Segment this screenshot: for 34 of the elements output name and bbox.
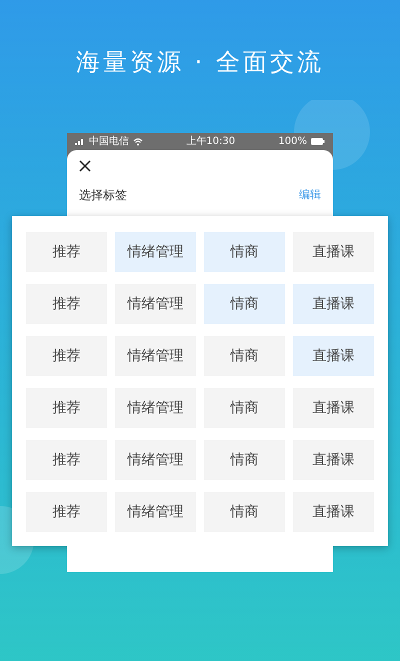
- tag-chip[interactable]: 情商: [204, 492, 285, 532]
- tag-chip[interactable]: 情绪管理: [115, 388, 196, 428]
- tag-chip[interactable]: 情商: [204, 232, 285, 272]
- tag-chip[interactable]: 情绪管理: [115, 232, 196, 272]
- tag-chip[interactable]: 直播课: [293, 440, 374, 480]
- battery-label: 100%: [278, 136, 307, 146]
- tag-chip[interactable]: 情绪管理: [115, 492, 196, 532]
- tag-chip[interactable]: 情绪管理: [115, 284, 196, 324]
- tag-chip[interactable]: 情商: [204, 388, 285, 428]
- carrier-label: 中国电信: [89, 136, 129, 146]
- close-icon: [79, 160, 91, 172]
- signal-icon: [75, 138, 85, 145]
- tag-chip[interactable]: 情商: [204, 440, 285, 480]
- tag-chip[interactable]: 推荐: [26, 284, 107, 324]
- sheet-title: 选择标签: [79, 187, 127, 204]
- tag-chip[interactable]: 推荐: [26, 336, 107, 376]
- tag-chip[interactable]: 推荐: [26, 388, 107, 428]
- tag-chip[interactable]: 推荐: [26, 232, 107, 272]
- tag-chip[interactable]: 推荐: [26, 492, 107, 532]
- headline: 海量资源 · 全面交流: [76, 47, 324, 78]
- tag-chip[interactable]: 情绪管理: [115, 336, 196, 376]
- close-button[interactable]: [79, 159, 93, 173]
- tag-chip[interactable]: 推荐: [26, 440, 107, 480]
- wifi-icon: [133, 138, 143, 146]
- tag-chip[interactable]: 直播课: [293, 388, 374, 428]
- clock-label: 上午10:30: [186, 136, 236, 146]
- tag-chip[interactable]: 直播课: [293, 492, 374, 532]
- tag-chip[interactable]: 情商: [204, 336, 285, 376]
- tag-chip[interactable]: 直播课: [293, 284, 374, 324]
- tag-chip[interactable]: 情商: [204, 284, 285, 324]
- tag-chip[interactable]: 直播课: [293, 336, 374, 376]
- tag-chip[interactable]: 情绪管理: [115, 440, 196, 480]
- battery-icon: [310, 138, 325, 145]
- tag-chip[interactable]: 直播课: [293, 232, 374, 272]
